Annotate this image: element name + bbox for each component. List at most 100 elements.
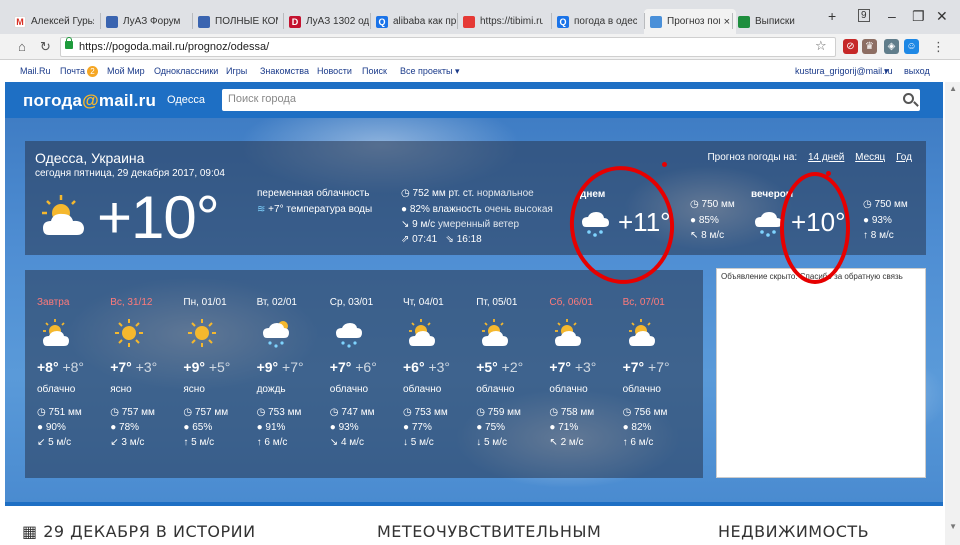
tab-separator: [100, 13, 101, 29]
user-email[interactable]: kustura_grigorij@mail.ru: [795, 66, 893, 76]
bookmark-star-icon[interactable]: ☆: [815, 38, 827, 54]
topmenu-odnoklassniki[interactable]: Одноклассники: [154, 66, 218, 76]
pressure-note: нормальное: [476, 188, 534, 199]
pressure-gauge-icon: ◷: [403, 407, 412, 418]
forecast-day[interactable]: Пт, 05/01 +5° +2° облачно ◷ 759 мм ● 75% ↓ 5 …: [476, 270, 548, 478]
tab-favicon-icon: D: [289, 15, 301, 28]
forecast-day[interactable]: Сб, 06/01 +7° +3° облачно ◷ 758 мм ● 71% ↖ 2 …: [549, 270, 621, 478]
browser-tab[interactable]: Qalibaba как прод: [370, 9, 462, 34]
url-input[interactable]: https://pogoda.mail.ru/prognoz/odessa/: [60, 37, 836, 57]
forecast-day[interactable]: Вс, 31/12 +7° +3° ясно ◷ 757 мм ● 78% ↙ 3 м/с: [110, 270, 182, 478]
topmenu-search[interactable]: Поиск: [362, 66, 387, 76]
forecast-month-link[interactable]: Месяц: [855, 152, 885, 163]
home-icon[interactable]: ⌂: [18, 39, 26, 54]
daypart-evening-pressure: ◷ 750 мм: [863, 199, 908, 210]
forecast-day-name: Чт, 04/01: [403, 297, 444, 308]
chevron-down-icon: ▾: [455, 66, 460, 76]
chevron-down-icon[interactable]: ▾: [884, 66, 889, 77]
forecast-14-days-link[interactable]: 14 дней: [808, 152, 844, 163]
humidity-drop-icon: ●: [863, 215, 870, 226]
forecast-humidity: ● 78%: [110, 422, 139, 433]
rain-sun-icon: [262, 321, 289, 348]
forecast-humidity-value: 78%: [119, 422, 140, 433]
topmenu-games[interactable]: Игры: [226, 66, 247, 76]
browser-tab[interactable]: D ЛуАЗ 1302 одесса: [283, 9, 375, 34]
browser-tab[interactable]: https://tibimi.ru/: [457, 9, 549, 34]
forecast-day[interactable]: Чт, 04/01 +6° +3° облачно ◷ 753 мм ● 77% ↓ 5 …: [403, 270, 475, 478]
forecast-pressure: ◷ 756 мм: [623, 407, 668, 418]
search-icon[interactable]: [903, 93, 914, 104]
history-section-title[interactable]: ▦ 29 ДЕКАБРЯ В ИСТОРИИ: [22, 522, 256, 541]
scroll-down-arrow[interactable]: ▼: [949, 522, 957, 531]
daypart-evening-humidity-value: 93%: [871, 215, 892, 226]
forecast-day-name: Ср, 03/01: [329, 297, 374, 308]
forecast-day[interactable]: Вс, 07/01 +7° +7° облачно ◷ 756 мм ● 82% ↑ 6 …: [623, 270, 695, 478]
forecast-day-temps: +8° +8°: [37, 359, 84, 375]
forecast-day-temp: +9°: [183, 359, 205, 375]
new-tab-button[interactable]: +: [828, 8, 836, 24]
forecast-day-temps: +9° +5°: [183, 359, 230, 375]
humidity-note: очень высокая: [484, 204, 553, 215]
forecast-wind: ↑ 6 м/с: [623, 437, 654, 448]
forecast-label: Прогноз погоды на:: [707, 152, 798, 163]
realty-section-title[interactable]: НЕДВИЖИМОСТЬ: [718, 522, 869, 541]
daypart-evening-pressure-value: 750 мм: [874, 199, 908, 210]
humidity-drop-icon: ●: [549, 422, 556, 433]
topmenu-news[interactable]: Новости: [317, 66, 352, 76]
browser-tab[interactable]: ЛуАЗ Форум: [100, 9, 192, 34]
browser-tab[interactable]: ПОЛНЫЕ КОМПЛЕКТ: [192, 9, 284, 34]
pogoda-logo[interactable]: погода@mail.ru: [23, 91, 156, 111]
forecast-day-temp: +8°: [37, 359, 59, 375]
forecast-day[interactable]: Пн, 01/01 +9° +5° ясно ◷ 757 мм ● 65% ↑ 5 м/с: [183, 270, 255, 478]
extension-crown-icon[interactable]: ♛: [862, 39, 877, 54]
topmenu-moimir[interactable]: Мой Мир: [107, 66, 145, 76]
forecast-wind-value: 6 м/с: [630, 437, 654, 448]
forecast-day-name: Вс, 31/12: [110, 297, 153, 308]
sun-times-row: ⇗ 07:41 ⇘ 16:18: [401, 234, 482, 245]
city-search-input[interactable]: Поиск города: [222, 89, 920, 111]
forecast-day[interactable]: Ср, 03/01 +7° +6° облачно ◷ 747 мм ● 93% ↘ 4 …: [330, 270, 402, 478]
extension-adblock-icon[interactable]: ⊘: [843, 39, 858, 54]
logout-link[interactable]: выход: [904, 66, 930, 76]
browser-tab[interactable]: Прогноз погоды ×: [644, 9, 736, 34]
close-tab-icon[interactable]: ×: [724, 16, 730, 28]
sun-cloud-icon: [628, 319, 655, 346]
forecast-pressure-value: 753 мм: [268, 407, 302, 418]
extension-chat-icon[interactable]: ☺: [904, 39, 919, 54]
forecast-day[interactable]: Завтра +8° +8° облачно ◷ 751 мм ● 90% ↙ 5 м/с: [37, 270, 109, 478]
forecast-wind: ↖ 2 м/с: [549, 437, 583, 448]
topmenu-pochta[interactable]: Почта 2: [60, 66, 98, 77]
browser-tab[interactable]: M Алексей Гурьянов: [8, 9, 100, 34]
topmenu-all-projects[interactable]: Все проекты ▾: [400, 66, 460, 77]
browser-tab[interactable]: Qпогода в одессе: [551, 9, 643, 34]
forecast-night-temp: +7°: [648, 359, 670, 375]
tab-label: alibaba как прод: [393, 16, 456, 27]
forecast-day[interactable]: Вт, 02/01 +9° +7° дождь ◷ 753 мм ● 91% ↑ 6 м/…: [257, 270, 329, 478]
close-window-button[interactable]: ✕: [936, 8, 948, 25]
forecast-pressure-value: 759 мм: [487, 407, 521, 418]
restore-button[interactable]: ❐: [912, 8, 925, 25]
forecast-day-temp: +7°: [549, 359, 571, 375]
minimize-button[interactable]: –: [888, 8, 896, 24]
ad-placeholder[interactable]: Объявление скрыто. Спасибо за обратную с…: [716, 268, 926, 478]
forecast-condition: дождь: [256, 384, 286, 395]
sun-icon: [115, 319, 144, 347]
extension-shield-icon[interactable]: ◈: [884, 39, 899, 54]
forecast-year-link[interactable]: Год: [896, 152, 912, 163]
topmenu-dating[interactable]: Знакомства: [260, 66, 309, 76]
tab-label: ЛуАЗ Форум: [123, 16, 181, 27]
reload-icon[interactable]: ↻: [40, 39, 51, 55]
forecast-wind: ↓ 5 м/с: [403, 437, 434, 448]
meteo-section-title[interactable]: МЕТЕОЧУВСТВИТЕЛЬНЫМ: [377, 522, 601, 541]
topmenu-mailru[interactable]: Mail.Ru: [20, 66, 51, 76]
browser-tab[interactable]: Выписки: [732, 9, 824, 34]
current-city-link[interactable]: Одесса: [167, 94, 205, 106]
water-temperature: ≋ +7° температура воды: [257, 204, 372, 215]
browser-menu-icon[interactable]: ⋮: [932, 39, 945, 55]
pressure-gauge-icon: ◷: [37, 407, 46, 418]
tab-count-badge[interactable]: 9: [858, 9, 870, 22]
page-scrollbar[interactable]: ▲ ▼: [945, 82, 960, 545]
forecast-night-temp: +6°: [355, 359, 377, 375]
scroll-up-arrow[interactable]: ▲: [949, 84, 957, 93]
forecast-condition: облачно: [476, 384, 515, 395]
